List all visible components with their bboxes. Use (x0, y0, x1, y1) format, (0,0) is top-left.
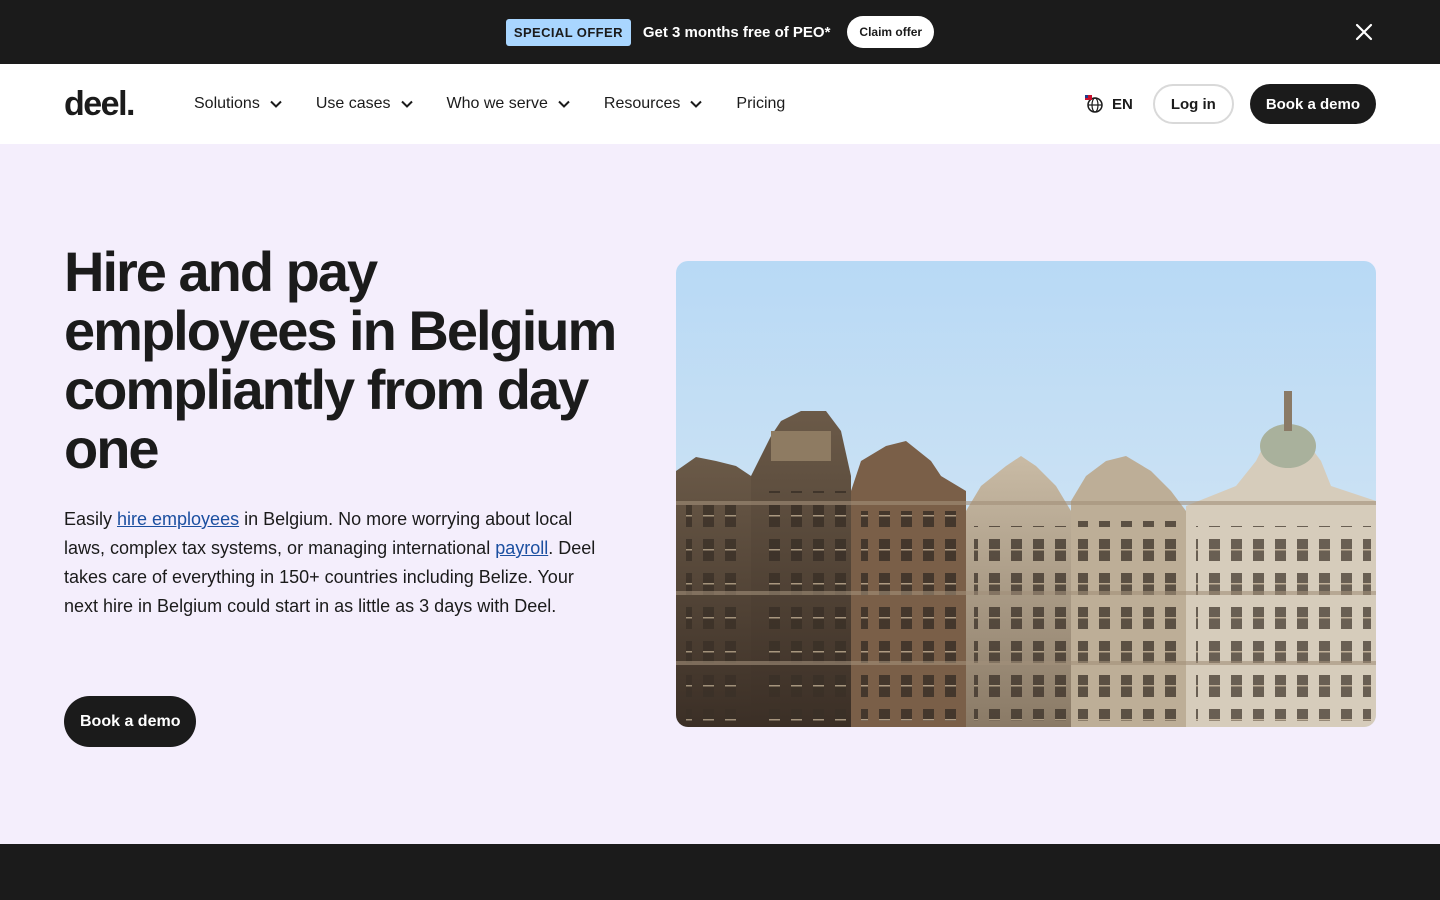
footer-band (0, 844, 1440, 900)
nav-item-label: Resources (603, 95, 681, 112)
close-icon[interactable] (1354, 22, 1374, 42)
language-selector[interactable]: EN (1084, 94, 1133, 114)
nav-item-resources[interactable]: Resources (603, 95, 703, 113)
nav-item-label: Solutions (194, 95, 260, 112)
main-nav: deel. Solutions Use cases Who we serve R… (0, 64, 1440, 144)
chevron-down-icon (558, 100, 570, 108)
hero-section: Hire and pay employees in Belgium compli… (0, 144, 1440, 844)
special-offer-badge: SPECIAL OFFER (505, 18, 631, 46)
hero-title: Hire and pay employees in Belgium compli… (64, 240, 617, 480)
hero-book-demo-button[interactable]: Book a demo (64, 696, 197, 747)
payroll-link[interactable]: payroll (495, 538, 548, 558)
promo-text: Get 3 months free of PEO* (642, 23, 831, 41)
login-button[interactable]: Log in (1152, 84, 1234, 124)
nav-item-use-cases[interactable]: Use cases (316, 95, 413, 113)
nav-item-label: Use cases (315, 95, 391, 112)
nav-actions: EN Log in Book a demo (1084, 84, 1376, 124)
nav-item-label: Who we serve (446, 95, 548, 112)
hero-desc-text: Easily (64, 509, 118, 529)
claim-offer-button[interactable]: Claim offer (847, 16, 935, 48)
deel-logo[interactable]: deel. (64, 85, 160, 124)
language-label: EN (1111, 95, 1133, 113)
hire-employees-link[interactable]: hire employees (117, 509, 239, 529)
belgium-buildings-image (676, 261, 1376, 727)
globe-icon (1084, 95, 1103, 113)
nav-item-label: Pricing (736, 95, 786, 112)
nav-item-pricing[interactable]: Pricing (736, 95, 785, 113)
chevron-down-icon (400, 100, 413, 108)
hero-description: Easily hire employees in Belgium. No mor… (64, 505, 609, 621)
nav-item-who-we-serve[interactable]: Who we serve (447, 95, 570, 113)
chevron-down-icon (690, 100, 703, 108)
promo-banner: SPECIAL OFFER Get 3 months free of PEO* … (0, 0, 1440, 64)
nav-item-solutions[interactable]: Solutions (194, 95, 282, 113)
book-demo-button[interactable]: Book a demo (1249, 84, 1376, 124)
chevron-down-icon (270, 100, 282, 108)
nav-menu: Solutions Use cases Who we serve Resourc… (194, 95, 819, 113)
